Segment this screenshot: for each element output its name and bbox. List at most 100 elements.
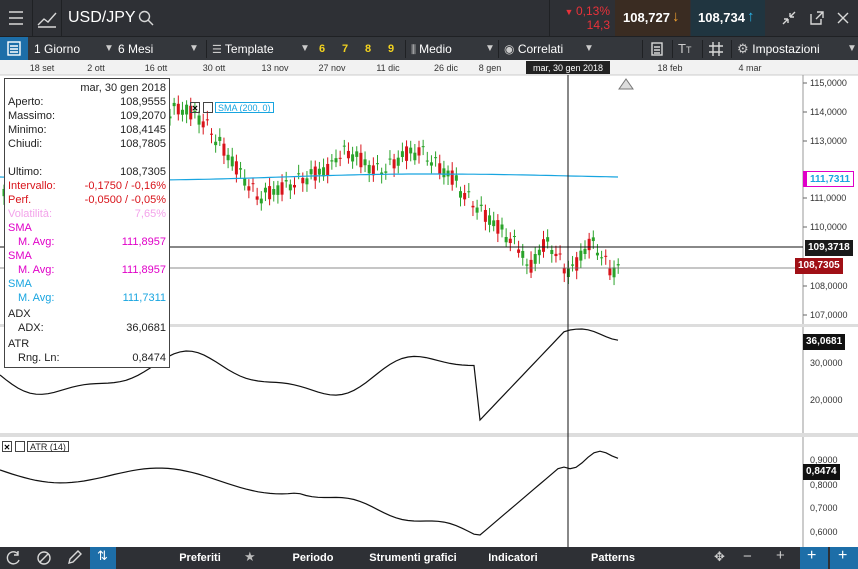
chart-toolbar: 1 Giorno ▼ 6 Mesi ▼ ☰ Template ▼ 6 7 8 9… — [0, 36, 858, 61]
move-button[interactable]: ✥ — [708, 547, 734, 569]
candle-body — [284, 180, 288, 182]
crosshair-alt-button[interactable]: + — [830, 547, 858, 569]
favorites-tab[interactable]: Preferiti — [150, 547, 250, 569]
legend-close-icon[interactable]: ✕ — [2, 441, 12, 452]
notes-icon — [651, 42, 663, 56]
eye-icon: ◉ — [504, 42, 518, 56]
quick-button-6[interactable]: 6 — [319, 37, 325, 61]
sma200-badge: 111,7311 — [803, 171, 855, 187]
date-tick-label: 18 feb — [657, 63, 682, 73]
close-button[interactable] — [834, 9, 852, 27]
candle-body — [421, 146, 425, 148]
menu-button[interactable] — [0, 0, 32, 36]
candle-body — [355, 151, 359, 157]
related-dropdown[interactable]: ◉ Correlati ▼ — [504, 37, 594, 61]
interval-dropdown[interactable]: 1 Giorno ▼ — [34, 37, 114, 61]
candle-body — [608, 268, 612, 276]
favorite-star-button[interactable]: ★ — [240, 547, 262, 569]
candle-body — [504, 236, 508, 243]
list-view-button[interactable] — [0, 37, 28, 61]
info-atr-title: ATR — [8, 338, 30, 350]
search-icon — [138, 10, 154, 26]
candle-body — [388, 158, 392, 160]
top-bar: USD/JPY ▼ 0,13% 14,3 108,727 ↓ 108,734 ↑ — [0, 0, 858, 36]
change-box: ▼ 0,13% 14,3 — [550, 0, 614, 36]
text-tool-button[interactable]: TT — [678, 37, 691, 61]
popout-button[interactable] — [808, 9, 826, 27]
adx-axis: 30,0000 20,0000 — [810, 358, 843, 405]
period-tab[interactable]: Periodo — [264, 547, 362, 569]
indicators-tab[interactable]: Indicatori — [466, 547, 560, 569]
grid-button[interactable] — [707, 40, 725, 58]
info-volatility-row: Volatilità: 7,65% — [8, 208, 166, 220]
candle-body — [517, 249, 521, 253]
chevron-down-icon: ▼ — [104, 43, 114, 54]
ask-button[interactable]: 108,734 ↑ — [691, 0, 765, 36]
candle-body — [591, 237, 595, 242]
collapse-icon — [782, 11, 796, 25]
grid-icon — [709, 42, 723, 56]
cursor-date-label: mar, 30 gen 2018 — [533, 63, 603, 73]
candle-body — [359, 152, 363, 168]
info-date: mar, 30 gen 2018 — [80, 82, 166, 94]
chart-type-button[interactable] — [33, 0, 61, 36]
candle-body — [612, 267, 616, 278]
info-high-row: Massimo: 109,2070 — [8, 110, 166, 122]
alert-marker-icon[interactable] — [618, 78, 634, 90]
search-button[interactable] — [137, 9, 155, 27]
pencil-button[interactable] — [60, 547, 88, 569]
list-icon — [7, 41, 21, 56]
quick-button-8[interactable]: 8 — [365, 37, 371, 61]
range-dropdown[interactable]: 6 Mesi ▼ — [118, 37, 199, 61]
chart-style-dropdown[interactable]: ⫼ Medio ▼ — [411, 37, 495, 61]
block-button[interactable] — [30, 547, 58, 569]
legend-close-icon[interactable]: ✕ — [190, 102, 200, 113]
candle-body — [533, 254, 537, 264]
candle-body — [272, 189, 276, 195]
legend-settings-icon[interactable] — [14, 441, 25, 452]
related-label: Correlati — [517, 42, 564, 56]
candle-body — [239, 168, 243, 170]
sma-legend[interactable]: ✕ SMA (200, 0) — [190, 102, 274, 115]
crosshair-price-badge: 109,3718 — [805, 240, 853, 256]
candle-body — [463, 192, 467, 200]
price-tick-label: 115,0000 — [810, 78, 847, 88]
drawing-tools-tab[interactable]: Strumenti grafici — [362, 547, 464, 569]
candle-body — [201, 121, 205, 128]
candle-body — [176, 103, 180, 115]
atr-legend[interactable]: ✕ ATR (14) — [2, 441, 69, 454]
patterns-tab[interactable]: Patterns — [564, 547, 662, 569]
candle-body — [210, 133, 213, 135]
candle-body — [214, 141, 218, 146]
sort-icon: ⇅ — [97, 548, 108, 563]
candle-body — [293, 184, 296, 188]
crosshair-toggle-button[interactable]: + — [800, 547, 828, 569]
zoom-out-button[interactable]: − — [736, 547, 760, 569]
candle-body — [205, 119, 209, 121]
template-dropdown[interactable]: ☰ Template ▼ — [212, 37, 310, 61]
chevron-down-icon: ▼ — [485, 43, 495, 54]
chart-area[interactable]: 18 set 2 ott 16 ott 30 ott 13 nov 27 nov 11 di… — [0, 60, 858, 547]
candle-body — [600, 257, 604, 259]
collapse-button[interactable] — [780, 9, 798, 27]
zoom-in-button[interactable]: + — [770, 547, 794, 569]
bid-button[interactable]: 108,727 ↓ — [615, 0, 690, 36]
pane-separator-atr[interactable] — [0, 433, 858, 437]
atr-line — [0, 450, 619, 536]
legend-settings-icon[interactable] — [202, 102, 213, 113]
quick-button-7[interactable]: 7 — [342, 37, 348, 61]
candle-body — [230, 156, 234, 167]
reset-button[interactable] — [0, 547, 28, 569]
sort-button[interactable]: ⇅ — [90, 547, 116, 569]
quick-button-9[interactable]: 9 — [388, 37, 394, 61]
candle-body — [537, 249, 541, 256]
symbol-title[interactable]: USD/JPY — [68, 0, 136, 36]
settings-dropdown[interactable]: ⚙ Impostazioni ▼ — [737, 37, 858, 61]
candle-body — [558, 253, 562, 255]
info-atr-row: Rng. Ln: 0,8474 — [18, 352, 166, 364]
notes-button[interactable] — [648, 40, 666, 58]
date-tick-label: 13 nov — [261, 63, 289, 73]
refresh-icon — [6, 551, 20, 565]
date-tick-label: 18 set — [30, 63, 55, 73]
candle-body — [434, 157, 438, 159]
